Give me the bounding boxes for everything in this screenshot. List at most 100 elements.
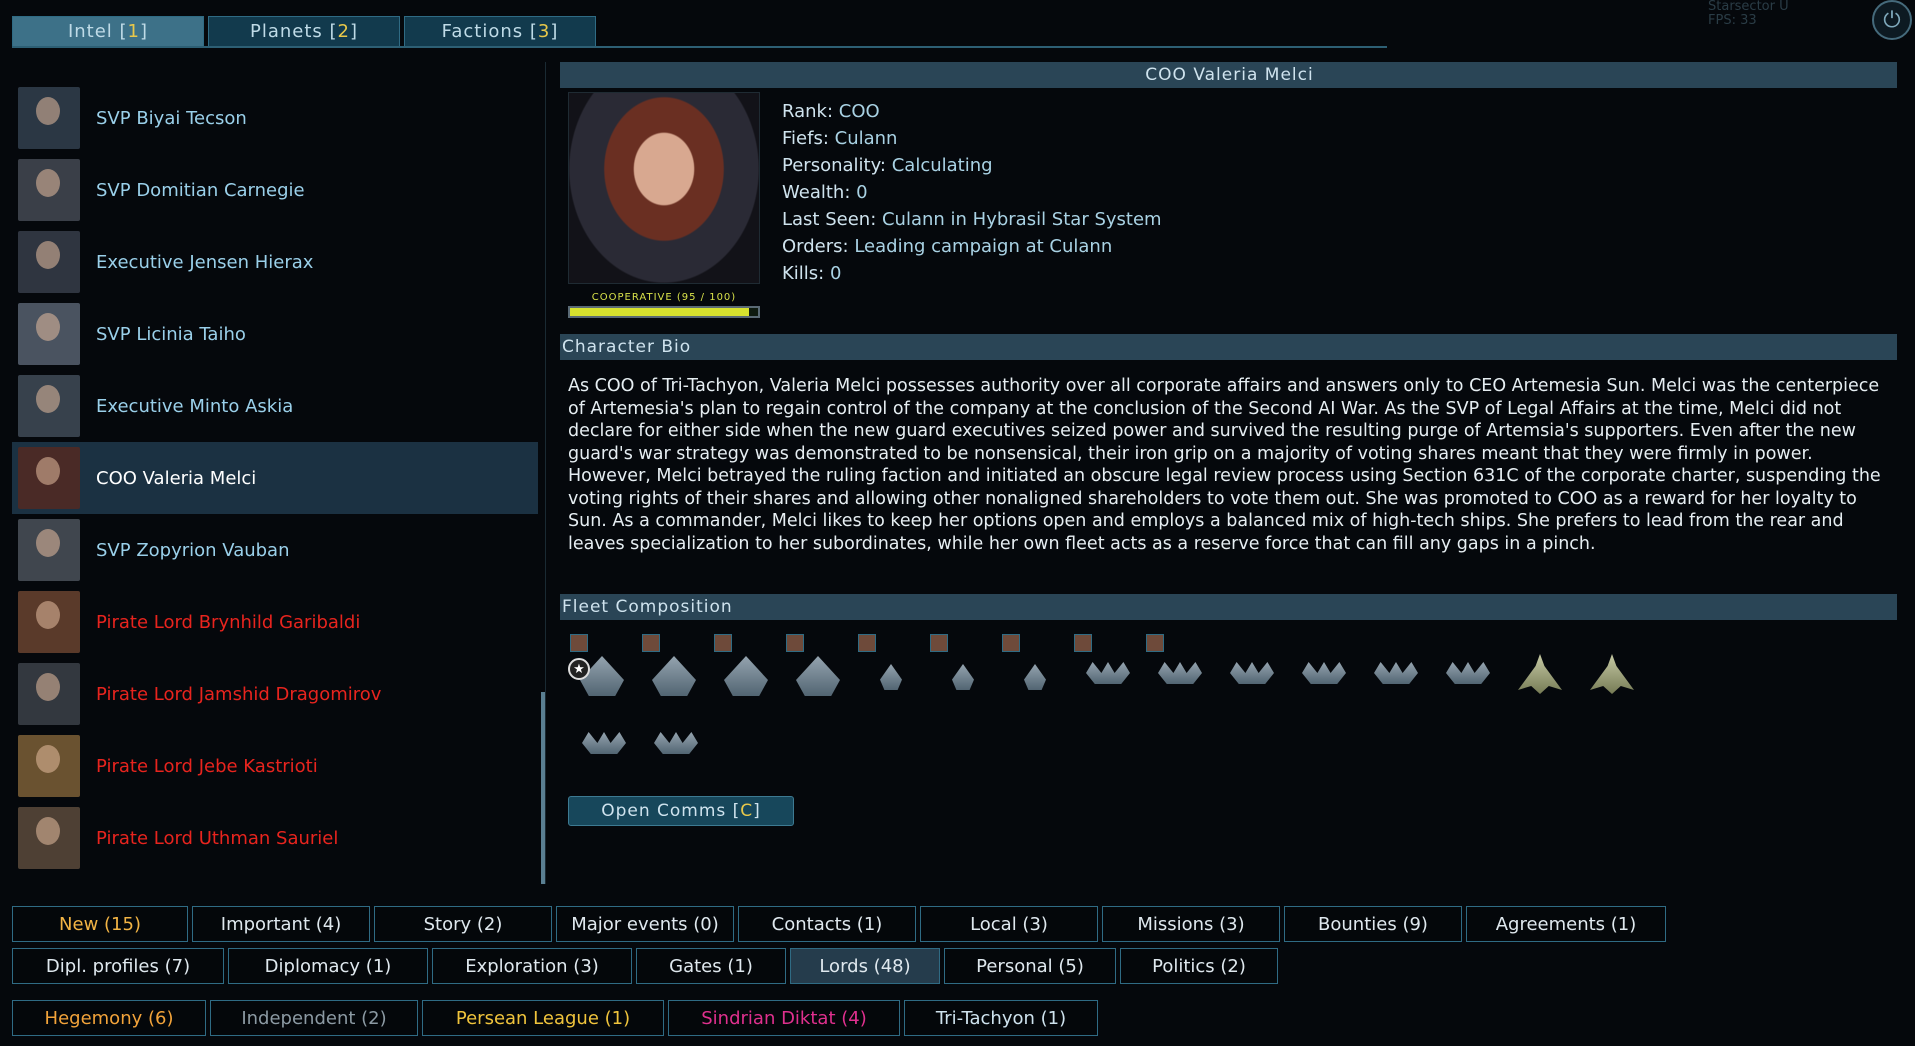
list-item[interactable]: Pirate Lord Brynhild Garibaldi [12, 586, 538, 658]
stat-personality: Personality: Calculating [782, 155, 993, 176]
ship-icon[interactable] [714, 634, 778, 704]
ship-icon[interactable] [1074, 634, 1138, 704]
lord-name: Pirate Lord Uthman Sauriel [96, 827, 339, 849]
scrollbar[interactable] [541, 692, 545, 884]
list-item[interactable]: Executive Minto Askia [12, 370, 538, 442]
filter-row-3: Hegemony (6) Independent (2) Persean Lea… [12, 1000, 1098, 1036]
filter-important[interactable]: Important (4) [192, 906, 370, 942]
avatar [18, 663, 80, 725]
lord-name: Pirate Lord Jamshid Dragomirov [96, 683, 382, 705]
list-item[interactable]: Pirate Lord Uthman Sauriel [12, 802, 538, 874]
character-bio: As COO of Tri-Tachyon, Valeria Melci pos… [568, 376, 1881, 554]
filter-exploration[interactable]: Exploration (3) [432, 948, 632, 984]
lord-name: Pirate Lord Jebe Kastrioti [96, 755, 318, 777]
tab-underline [12, 46, 1387, 48]
filter-contacts[interactable]: Contacts (1) [738, 906, 916, 942]
filter-row-1: New (15) Important (4) Story (2) Major e… [12, 906, 1666, 942]
relation-bar-fill [570, 308, 749, 316]
fighter-wing-icon[interactable] [1578, 634, 1642, 704]
fighter-wing-icon[interactable] [642, 704, 706, 774]
lord-name: SVP Zopyrion Vauban [96, 539, 290, 561]
lord-name: Executive Minto Askia [96, 395, 294, 417]
list-item[interactable]: SVP Zopyrion Vauban [12, 514, 538, 586]
avatar [18, 807, 80, 869]
filter-persean-league[interactable]: Persean League (1) [422, 1000, 664, 1036]
stat-last-seen: Last Seen: Culann in Hybrasil Star Syste… [782, 209, 1162, 230]
lord-portrait [568, 92, 760, 284]
filter-dipl-profiles[interactable]: Dipl. profiles (7) [12, 948, 224, 984]
filter-lords[interactable]: Lords (48) [790, 948, 940, 984]
lord-name: SVP Domitian Carnegie [96, 179, 305, 201]
list-item[interactable]: SVP Biyai Tecson [12, 82, 538, 154]
list-item[interactable]: Pirate Lord Jebe Kastrioti [12, 730, 538, 802]
ship-icon[interactable] [642, 634, 706, 704]
lord-list: SVP Biyai Tecson SVP Domitian Carnegie E… [12, 62, 538, 884]
filter-sindrian-diktat[interactable]: Sindrian Diktat (4) [668, 1000, 900, 1036]
filter-new[interactable]: New (15) [12, 906, 188, 942]
stat-wealth: Wealth: 0 [782, 182, 868, 203]
ship-icon[interactable] [786, 634, 850, 704]
ship-icon[interactable] [858, 634, 922, 704]
avatar [18, 231, 80, 293]
filter-row-2: Dipl. profiles (7) Diplomacy (1) Explora… [12, 948, 1278, 984]
fighter-wing-icon[interactable] [1362, 634, 1426, 704]
ship-icon[interactable] [1002, 634, 1066, 704]
lord-name: Pirate Lord Brynhild Garibaldi [96, 611, 361, 633]
flagship-icon[interactable]: ★ [568, 634, 634, 704]
fighter-wing-icon[interactable] [570, 704, 634, 774]
filter-agreements[interactable]: Agreements (1) [1466, 906, 1666, 942]
lord-name: SVP Licinia Taiho [96, 323, 246, 345]
stat-orders: Orders: Leading campaign at Culann [782, 236, 1113, 257]
filter-politics[interactable]: Politics (2) [1120, 948, 1278, 984]
open-comms-button[interactable]: Open Comms [C] [568, 796, 794, 826]
avatar [18, 591, 80, 653]
fleet-header: Fleet Composition [560, 594, 1897, 620]
relation-bar [568, 306, 760, 318]
list-item-selected[interactable]: COO Valeria Melci [12, 442, 538, 514]
fighter-wing-icon[interactable] [1290, 634, 1354, 704]
fighter-wing-icon[interactable] [1434, 634, 1498, 704]
stat-fiefs: Fiefs: Culann [782, 128, 898, 149]
tab-intel[interactable]: Intel [1] [12, 16, 204, 46]
ship-icon[interactable] [1146, 634, 1210, 704]
filter-gates[interactable]: Gates (1) [636, 948, 786, 984]
list-item[interactable]: SVP Domitian Carnegie [12, 154, 538, 226]
stat-rank: Rank: COO [782, 101, 880, 122]
avatar [18, 447, 80, 509]
fleet-composition: ★ [568, 634, 1900, 774]
lord-name: SVP Biyai Tecson [96, 107, 247, 129]
flagship-star-icon: ★ [568, 658, 590, 680]
fighter-wing-icon[interactable] [1218, 634, 1282, 704]
list-item[interactable]: SVP Licinia Taiho [12, 298, 538, 370]
lord-stats: Rank: COO Fiefs: Culann Personality: Cal… [782, 98, 1162, 287]
detail-title: COO Valeria Melci [560, 62, 1897, 88]
avatar [18, 87, 80, 149]
fighter-wing-icon[interactable] [1506, 634, 1570, 704]
filter-local[interactable]: Local (3) [920, 906, 1098, 942]
list-item[interactable]: Executive Jensen Hierax [12, 226, 538, 298]
list-item[interactable]: Pirate Lord Jamshid Dragomirov [12, 658, 538, 730]
filter-major-events[interactable]: Major events (0) [556, 906, 734, 942]
top-tabs: Intel [1] Planets [2] Factions [3] [12, 16, 596, 46]
filter-missions[interactable]: Missions (3) [1102, 906, 1280, 942]
ship-icon[interactable] [930, 634, 994, 704]
filter-personal[interactable]: Personal (5) [944, 948, 1116, 984]
relation-label: COOPERATIVE (95 / 100) [591, 292, 737, 303]
filter-independent[interactable]: Independent (2) [210, 1000, 418, 1036]
filter-diplomacy[interactable]: Diplomacy (1) [228, 948, 428, 984]
filter-tri-tachyon[interactable]: Tri-Tachyon (1) [904, 1000, 1098, 1036]
avatar [18, 519, 80, 581]
avatar [18, 159, 80, 221]
tab-planets[interactable]: Planets [2] [208, 16, 400, 46]
filter-bounties[interactable]: Bounties (9) [1284, 906, 1462, 942]
avatar [18, 375, 80, 437]
avatar [18, 303, 80, 365]
avatar [18, 735, 80, 797]
stat-kills: Kills: 0 [782, 263, 842, 284]
filter-story[interactable]: Story (2) [374, 906, 552, 942]
fps-overlay: Starsector U FPS: 33 [1708, 0, 1789, 28]
power-icon[interactable]: ⏻ [1872, 0, 1912, 40]
tab-factions[interactable]: Factions [3] [404, 16, 596, 46]
bio-header: Character Bio [560, 334, 1897, 360]
filter-hegemony[interactable]: Hegemony (6) [12, 1000, 206, 1036]
